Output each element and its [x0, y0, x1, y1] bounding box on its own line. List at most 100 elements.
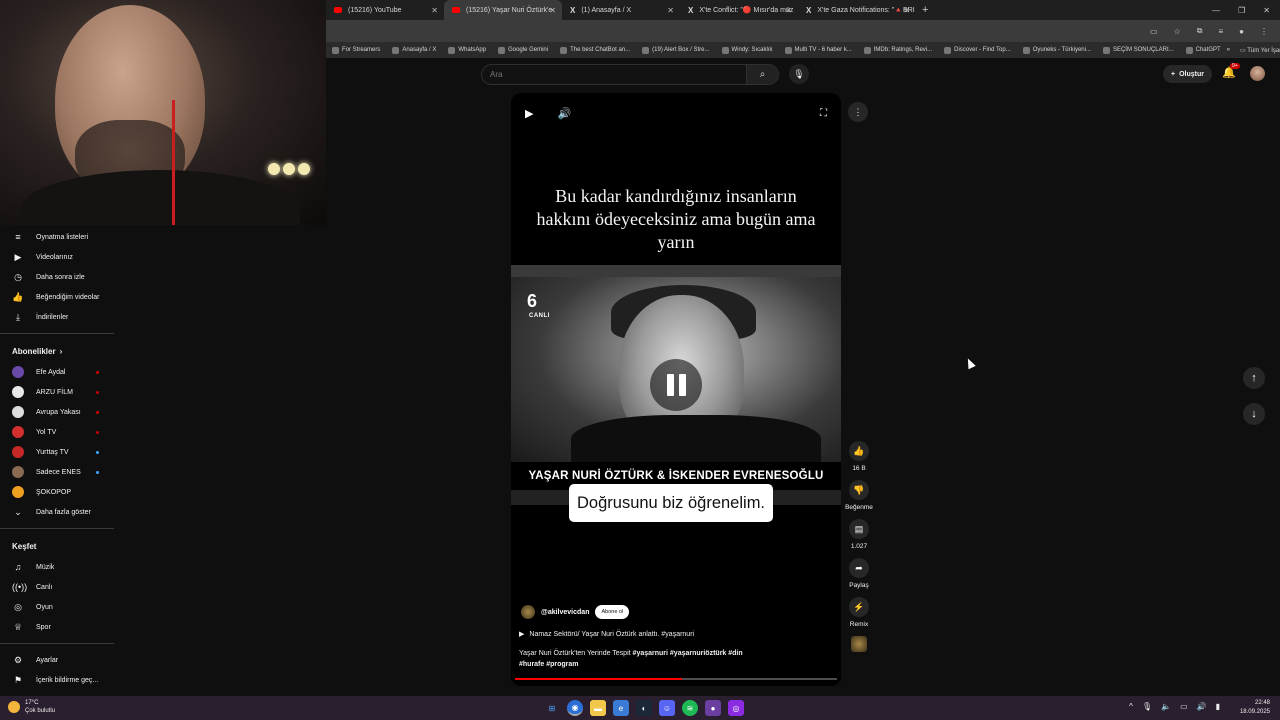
- new-tab-button[interactable]: +: [916, 4, 928, 16]
- sidebar-item[interactable]: ⚙ Ayarlar: [0, 650, 118, 670]
- weather-widget[interactable]: 17°C Çok bulutlu: [8, 699, 55, 715]
- volume-icon[interactable]: 🔊: [557, 107, 571, 120]
- bookmark-item[interactable]: Oyuneks - Türkiyeni...: [1017, 46, 1097, 54]
- bookmark-item[interactable]: WhatsApp: [442, 46, 492, 54]
- bookmark-item[interactable]: Windy: Sıcaklık: [716, 46, 779, 54]
- sidebar-item[interactable]: ⚑ İçerik bildirme geç...: [0, 670, 118, 690]
- remix-button[interactable]: ⚡ Remix: [842, 597, 876, 629]
- channel-avatar[interactable]: [521, 605, 535, 619]
- spotify-icon[interactable]: ≋: [682, 700, 698, 716]
- pause-icon[interactable]: [650, 359, 702, 411]
- close-window-icon[interactable]: ✕: [1263, 6, 1270, 15]
- chevron-right-icon[interactable]: »: [1227, 47, 1230, 53]
- fullscreen-icon[interactable]: ⛶: [820, 108, 827, 119]
- browser-tab-3[interactable]: X X'te Conflict: "🔴 Mısır'da müz ✕: [680, 0, 798, 20]
- bookmark-item[interactable]: For Streamers: [326, 46, 386, 54]
- file-explorer-icon[interactable]: ▬: [590, 700, 606, 716]
- sidebar-item-label: Canlı: [36, 583, 53, 591]
- bookmark-item[interactable]: Anasayfa / X: [386, 46, 442, 54]
- bookmark-item[interactable]: Discover - Find Top...: [938, 46, 1017, 54]
- browser-tab-2[interactable]: X (1) Anasayfa / X ✕: [562, 0, 680, 20]
- sidebar-item[interactable]: ▶ Videolarınız: [0, 247, 118, 267]
- network-icon[interactable]: ▭: [1180, 702, 1188, 711]
- clock[interactable]: 22:48 18.09.2025: [1240, 699, 1270, 717]
- more-options-icon[interactable]: ⋮: [848, 102, 868, 122]
- windows-start-icon[interactable]: ⊞: [544, 700, 560, 716]
- close-icon[interactable]: ✕: [431, 6, 438, 15]
- sidebar-item[interactable]: ◷ Daha sonra izle: [0, 267, 118, 287]
- close-icon[interactable]: ✕: [785, 6, 792, 15]
- browser-tab-0[interactable]: (15216) YouTube ✕: [326, 0, 444, 20]
- subscription-item[interactable]: Yurttaş TV: [0, 442, 118, 462]
- show-more-button[interactable]: ⌄ Daha fazla göster: [0, 502, 118, 522]
- browser-tab-4[interactable]: X X'te Gaza Notifications: "🔺BRI ✕: [798, 0, 916, 20]
- profile-icon[interactable]: ●: [1239, 27, 1244, 36]
- chrome-icon[interactable]: ◉: [567, 700, 583, 716]
- menu-icon[interactable]: ⋮: [1260, 27, 1268, 36]
- subscription-item[interactable]: ARZU FİLM: [0, 382, 118, 402]
- search-input[interactable]: [482, 70, 747, 79]
- description-hashtags-2[interactable]: #hurafe #program: [519, 661, 579, 668]
- sidebar-section-title[interactable]: Abonelikler ›: [0, 340, 118, 362]
- battery-icon[interactable]: ▮: [1216, 702, 1220, 711]
- play-icon[interactable]: ▶: [525, 107, 533, 120]
- bookmark-item[interactable]: Google Gemini: [492, 46, 554, 54]
- star-icon[interactable]: ☆: [1174, 27, 1181, 36]
- mic-icon[interactable]: 🎙: [789, 64, 809, 84]
- extensions-icon[interactable]: ⧉: [1197, 26, 1203, 36]
- shorts-player[interactable]: ▶ 🔊 ⛶ Bu kadar kandırdığınız insanların …: [511, 93, 841, 686]
- sound-button[interactable]: [842, 636, 876, 652]
- subscription-item[interactable]: Efe Aydal: [0, 362, 118, 382]
- steam-icon[interactable]: ◐: [636, 700, 652, 716]
- comments-button[interactable]: ▤ 1.027: [842, 519, 876, 551]
- subscription-item[interactable]: ŞOKOPOP: [0, 482, 118, 502]
- like-button[interactable]: 👍 16 B: [842, 441, 876, 473]
- sidebar-item[interactable]: ≡ Oynatma listeleri: [0, 227, 118, 247]
- minimize-icon[interactable]: —: [1212, 6, 1220, 15]
- subscription-item[interactable]: Yol TV: [0, 422, 118, 442]
- chat-app-icon[interactable]: ◎: [728, 700, 744, 716]
- close-icon[interactable]: ✕: [667, 6, 674, 15]
- microphone-tray-icon[interactable]: 🎙: [1142, 702, 1152, 711]
- avatar[interactable]: [1250, 66, 1265, 81]
- maximize-icon[interactable]: ❐: [1238, 6, 1245, 15]
- next-short-button[interactable]: ↓: [1243, 403, 1265, 425]
- subscribe-button[interactable]: Abone ol: [595, 605, 630, 619]
- cast-icon[interactable]: ▭: [1150, 27, 1158, 36]
- subscription-item[interactable]: Avrupa Yakası: [0, 402, 118, 422]
- bookmark-item[interactable]: IMDb: Ratings, Revi...: [858, 46, 938, 54]
- subscription-item[interactable]: Sadece ENES: [0, 462, 118, 482]
- bookmark-item[interactable]: The best ChatBot an...: [554, 46, 636, 54]
- speaker-tray-icon[interactable]: 🔈: [1161, 702, 1171, 711]
- previous-short-button[interactable]: ↑: [1243, 367, 1265, 389]
- chevron-up-icon[interactable]: ^: [1129, 702, 1133, 711]
- bookmark-item[interactable]: Multi TV - 6 haber k...: [779, 46, 858, 54]
- browser-tab-1[interactable]: (15216) Yaşar Nuri Öztürk'e ✕: [444, 0, 562, 20]
- playlist-link[interactable]: ▶ Namaz Sektörü/ Yaşar Nuri Öztürk anlat…: [519, 630, 694, 639]
- create-button[interactable]: + Oluştur: [1163, 65, 1212, 83]
- dislike-button[interactable]: 👎 Beğenme: [842, 480, 876, 512]
- bookmark-item[interactable]: (19) Alert Box / Stre...: [636, 46, 715, 54]
- sidebar-item[interactable]: ((•)) Canlı: [0, 577, 118, 597]
- channel-name[interactable]: @akilvevicdan: [541, 609, 589, 616]
- edge-icon[interactable]: e: [613, 700, 629, 716]
- progress-bar[interactable]: [515, 678, 837, 680]
- volume-tray-icon[interactable]: 🔊: [1197, 702, 1207, 711]
- close-icon[interactable]: ✕: [903, 6, 910, 15]
- obs-icon[interactable]: ●: [705, 700, 721, 716]
- bookmark-item[interactable]: ChatGPT: [1180, 46, 1227, 54]
- sidebar-item[interactable]: ◎ Oyun: [0, 597, 118, 617]
- bookmark-item[interactable]: SEÇİM SONUÇLARI...: [1097, 46, 1180, 54]
- sidebar-icon[interactable]: ≡: [1218, 27, 1223, 36]
- share-button[interactable]: ➦ Paylaş: [842, 558, 876, 590]
- sidebar-item[interactable]: ⤓ İndirilenler: [0, 307, 118, 327]
- search-icon[interactable]: ⌕: [746, 65, 778, 84]
- sidebar-item[interactable]: 👍 Beğendiğim videolar: [0, 287, 118, 307]
- discord-icon[interactable]: ☺: [659, 700, 675, 716]
- all-bookmarks-button[interactable]: ▭ Tüm Yer İşaretleri: [1240, 47, 1280, 54]
- sidebar-item[interactable]: ♕ Spor: [0, 617, 118, 637]
- close-icon[interactable]: ✕: [549, 6, 556, 15]
- bell-icon[interactable]: 🔔 9+: [1222, 63, 1240, 80]
- description-hashtags[interactable]: #yaşarnuri #yaşarnuriöztürk #din: [633, 650, 743, 657]
- sidebar-item[interactable]: ♫ Müzik: [0, 557, 118, 577]
